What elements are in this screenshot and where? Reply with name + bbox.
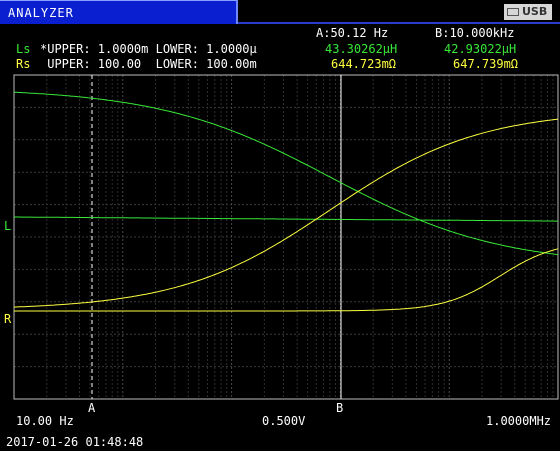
cursor-a-label: A <box>88 401 96 415</box>
rs-trace-rise <box>13 118 559 308</box>
signal-level: 0.500V <box>262 414 306 428</box>
x-axis-start: 10.00 Hz <box>16 414 74 428</box>
ls-trace-flat <box>14 216 558 222</box>
plot-grid <box>13 75 558 399</box>
ls-trace-curve <box>13 91 559 256</box>
ls-axis-marker: L <box>4 219 12 233</box>
rs-axis-marker: R <box>4 312 12 326</box>
timestamp: 2017-01-26 01:48:48 <box>6 435 144 449</box>
x-axis-end: 1.0000MHz <box>486 414 552 428</box>
sweep-plot[interactable] <box>0 0 560 451</box>
cursor-b-label: B <box>336 401 344 415</box>
